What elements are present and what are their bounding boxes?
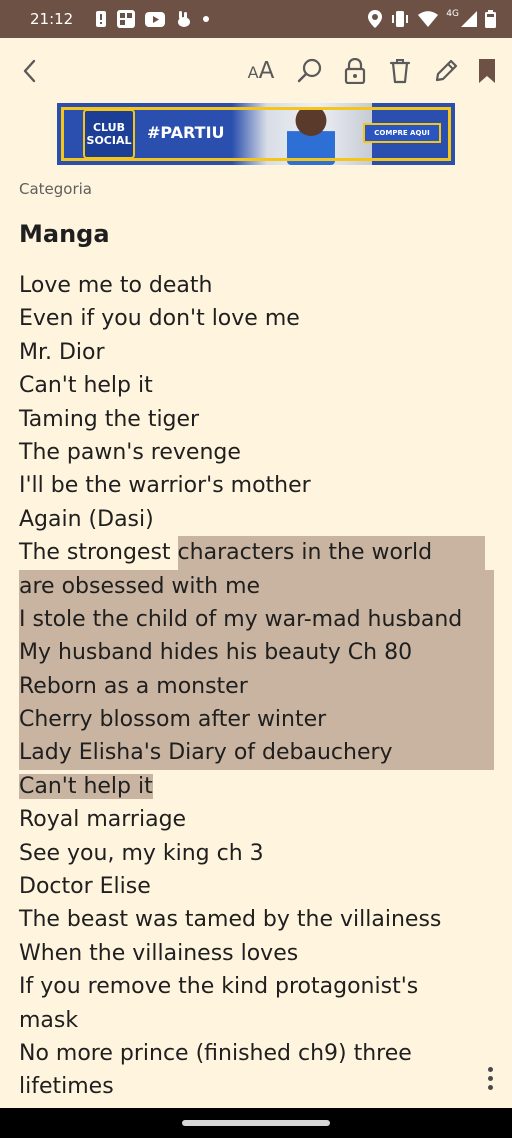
note-title[interactable]: Manga [19,220,110,248]
ad-brand-line2: SOCIAL [86,134,132,147]
selected-text: characters in the world [177,536,485,570]
system-nav-bar [0,1108,512,1138]
selected-text: are obsessed with me [19,569,494,603]
note-body[interactable]: Love me to death Even if you don't love … [19,269,499,1104]
note-line: The beast was tamed by the villainess [19,907,442,933]
bookmark-icon [478,58,496,84]
font-size-big-glyph: A [258,58,275,84]
bookmark-button[interactable] [471,56,503,86]
vibrate-icon [390,11,410,27]
more-options-button[interactable] [480,1063,500,1093]
selected-text: My husband hides his beauty Ch 80 [19,636,494,670]
location-icon [368,10,383,28]
back-button[interactable] [14,56,46,86]
network-type-label: 4G [446,9,459,19]
home-gesture-handle[interactable] [182,1120,330,1126]
youtube-icon [145,11,166,27]
note-line: Royal marriage [19,807,187,833]
note-line: mask [19,1007,79,1033]
note-line: See you, my king ch 3 [19,840,264,866]
ad-banner[interactable]: CLUB SOCIAL #PARTIU COMPRE AQUI [57,103,455,165]
more-vert-icon-dot [487,1084,493,1090]
note-line: Doctor Elise [19,874,151,900]
note-toolbar: AA [0,38,512,102]
note-line-selected: Cherry blossom after winter [19,703,499,737]
delete-button[interactable] [384,56,416,86]
signal-icon [461,11,477,27]
note-line-selected: Reborn as a monster [19,669,499,704]
trash-icon [389,58,411,84]
ad-brand-logo: CLUB SOCIAL [83,109,135,159]
unselected-text: The strongest [19,540,178,566]
battery-icon [485,10,496,28]
ad-tagline: #PARTIU [147,123,225,142]
note-line-selected: are obsessed with me [19,569,499,603]
note-line-selected: My husband hides his beauty Ch 80 [19,636,499,670]
note-line: Taming the tiger [19,406,200,432]
note-line: No more prince (finished ch9) three [19,1040,412,1066]
selected-text: Reborn as a monster [19,669,494,704]
lock-button[interactable] [339,56,371,86]
ad-cta-label: COMPRE AQUI [374,129,430,137]
rabbit-icon [175,10,193,28]
search-icon [297,58,323,84]
status-right: 4G [368,9,496,28]
note-line: Mr. Dior [19,339,105,365]
note-line-selection-end: Can't help it [19,770,499,803]
selected-text: I stole the child of my war-mad husband [19,602,494,637]
note-line-selection-start: The strongest characters in the world [19,536,499,570]
note-line: Again (Dasi) [19,506,154,532]
app-grid-icon [117,10,136,28]
note-line-selected: I stole the child of my war-mad husband [19,602,499,637]
back-arrow-icon [21,59,39,83]
selected-text: Lady Elisha's Diary of debauchery [19,736,494,770]
category-label[interactable]: Categoria [19,180,92,198]
status-bar: 21:12 4G [0,0,512,38]
search-button[interactable] [294,56,326,86]
font-size-icon: AA [248,58,275,84]
note-line: Love me to death [19,273,213,298]
edit-button[interactable] [430,56,462,86]
more-vert-icon-dot [487,1066,493,1072]
dot-icon [203,16,210,22]
edit-pencil-icon [433,58,459,84]
ad-cta-button[interactable]: COMPRE AQUI [363,123,441,143]
selected-text: Cherry blossom after winter [19,703,494,737]
note-line: The pawn's revenge [19,439,241,465]
note-line: If you remove the kind protagonist's [19,974,419,1000]
lock-icon [344,58,366,84]
note-line: Can't help it [19,373,153,399]
font-size-button[interactable]: AA [244,56,278,86]
status-time: 21:12 [30,10,74,28]
alert-icon [95,11,107,27]
status-left: 21:12 [30,10,210,28]
note-line: When the villainess loves [19,940,299,966]
ad-brand-line1: CLUB [92,121,125,134]
selected-text: Can't help it [19,773,153,799]
wifi-icon [418,11,439,27]
more-vert-icon-dot [487,1075,493,1081]
note-line: lifetimes [19,1074,114,1100]
note-line: Even if you don't love me [19,306,300,332]
font-size-small-glyph: A [247,63,259,82]
note-line: I'll be the warrior's mother [19,473,311,499]
note-line-selected: Lady Elisha's Diary of debauchery [19,736,499,770]
